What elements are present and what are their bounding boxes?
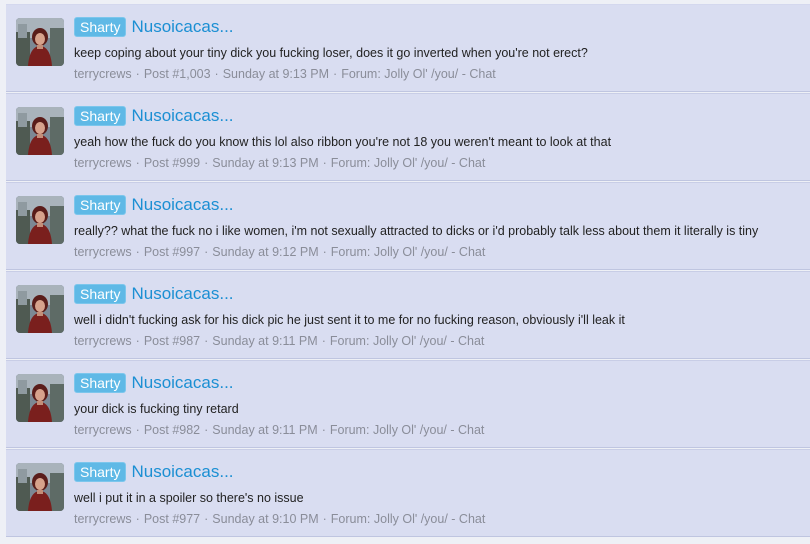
meta-separator: · (321, 334, 326, 348)
result-title-line: Sharty Nusoicacas... (74, 17, 234, 37)
meta-separator: · (321, 423, 326, 437)
user-avatar[interactable] (16, 285, 64, 333)
thread-prefix-badge[interactable]: Sharty (74, 106, 127, 126)
author-link[interactable]: terrycrews (74, 245, 132, 259)
user-avatar[interactable] (16, 18, 64, 66)
avatar-image (16, 107, 64, 155)
post-number-link[interactable]: Post #1,003 (144, 67, 211, 81)
user-avatar[interactable] (16, 463, 64, 511)
post-date: Sunday at 9:13 PM (212, 156, 319, 170)
author-link[interactable]: terrycrews (74, 423, 132, 437)
avatar-image (16, 18, 64, 66)
result-meta: terrycrews · Post #999 · Sunday at 9:13 PM · F… (74, 155, 485, 171)
meta-separator: · (204, 334, 209, 348)
forum-label: Forum: (329, 423, 370, 437)
forum-link[interactable]: Jolly Ol' /you/ - Chat (374, 245, 485, 259)
post-number-link[interactable]: Post #982 (144, 423, 200, 437)
meta-separator: · (322, 512, 327, 526)
meta-separator: · (135, 67, 140, 81)
user-avatar[interactable] (16, 107, 64, 155)
user-avatar[interactable] (16, 374, 64, 422)
post-snippet: yeah how the fuck do you know this lol a… (74, 135, 612, 149)
result-title-line: Sharty Nusoicacas... (74, 195, 234, 215)
meta-separator: · (214, 67, 219, 81)
post-date: Sunday at 9:10 PM (212, 512, 319, 526)
forum-link[interactable]: Jolly Ol' /you/ - Chat (384, 67, 495, 81)
result-meta: terrycrews · Post #1,003 · Sunday at 9:13 PM… (74, 66, 496, 82)
result-title-line: Sharty Nusoicacas... (74, 373, 234, 393)
meta-separator: · (322, 245, 327, 259)
search-result-item: Sharty Nusoicacas... yeah how the fuck d… (6, 93, 810, 181)
thread-title-link[interactable]: Nusoicacas... (131, 17, 233, 37)
meta-separator: · (135, 245, 140, 259)
thread-title-link[interactable]: Nusoicacas... (131, 284, 233, 304)
post-date: Sunday at 9:11 PM (212, 423, 318, 437)
meta-separator: · (135, 512, 140, 526)
thread-prefix-badge[interactable]: Sharty (74, 17, 127, 37)
result-meta: terrycrews · Post #997 · Sunday at 9:12 PM · F… (74, 244, 485, 260)
forum-link[interactable]: Jolly Ol' /you/ - Chat (374, 512, 485, 526)
post-snippet: your dick is fucking tiny retard (74, 402, 239, 416)
forum-label: Forum: (330, 512, 371, 526)
forum-label: Forum: (341, 67, 381, 81)
meta-separator: · (333, 67, 338, 81)
thread-prefix-badge[interactable]: Sharty (74, 373, 127, 393)
meta-separator: · (204, 156, 209, 170)
thread-prefix-badge[interactable]: Sharty (74, 284, 127, 304)
result-title-line: Sharty Nusoicacas... (74, 106, 234, 126)
author-link[interactable]: terrycrews (74, 67, 132, 81)
search-results-list: Sharty Nusoicacas... keep coping about y… (6, 4, 810, 544)
post-snippet: well i didn't fucking ask for his dick p… (74, 313, 625, 327)
post-date: Sunday at 9:13 PM (222, 67, 330, 81)
avatar-image (16, 374, 64, 422)
forum-link[interactable]: Jolly Ol' /you/ - Chat (373, 423, 484, 437)
thread-title-link[interactable]: Nusoicacas... (131, 195, 233, 215)
author-link[interactable]: terrycrews (74, 512, 132, 526)
post-snippet: keep coping about your tiny dick you fuc… (74, 46, 588, 60)
forum-label: Forum: (330, 156, 371, 170)
forum-link[interactable]: Jolly Ol' /you/ - Chat (374, 156, 485, 170)
meta-separator: · (204, 423, 209, 437)
post-number-link[interactable]: Post #999 (144, 156, 200, 170)
forum-label: Forum: (330, 245, 371, 259)
thread-title-link[interactable]: Nusoicacas... (131, 106, 233, 126)
post-date: Sunday at 9:11 PM (212, 334, 318, 348)
post-snippet: well i put it in a spoiler so there's no… (74, 491, 304, 505)
search-result-item: Sharty Nusoicacas... really?? what the f… (6, 182, 810, 270)
thread-prefix-badge[interactable]: Sharty (74, 195, 127, 215)
search-result-item: Sharty Nusoicacas... keep coping about y… (6, 4, 810, 92)
meta-separator: · (135, 423, 140, 437)
user-avatar[interactable] (16, 196, 64, 244)
search-result-item: Sharty Nusoicacas... your dick is fuckin… (6, 360, 810, 448)
thread-title-link[interactable]: Nusoicacas... (131, 373, 233, 393)
meta-separator: · (204, 245, 209, 259)
author-link[interactable]: terrycrews (74, 334, 132, 348)
avatar-image (16, 285, 64, 333)
thread-prefix-badge[interactable]: Sharty (74, 462, 127, 482)
post-date: Sunday at 9:12 PM (212, 245, 319, 259)
forum-link[interactable]: Jolly Ol' /you/ - Chat (373, 334, 484, 348)
post-number-link[interactable]: Post #987 (144, 334, 200, 348)
author-link[interactable]: terrycrews (74, 156, 132, 170)
result-meta: terrycrews · Post #977 · Sunday at 9:10 PM · F… (74, 511, 485, 527)
search-result-item: Sharty Nusoicacas... well i didn't fucki… (6, 271, 810, 359)
post-snippet: really?? what the fuck no i like women, … (74, 224, 759, 238)
avatar-image (16, 463, 64, 511)
post-number-link[interactable]: Post #997 (144, 245, 200, 259)
meta-separator: · (322, 156, 327, 170)
meta-separator: · (204, 512, 209, 526)
result-title-line: Sharty Nusoicacas... (74, 462, 234, 482)
meta-separator: · (135, 156, 140, 170)
result-meta: terrycrews · Post #987 · Sunday at 9:11 PM · F… (74, 333, 484, 349)
post-number-link[interactable]: Post #977 (144, 512, 200, 526)
thread-title-link[interactable]: Nusoicacas... (131, 462, 233, 482)
result-title-line: Sharty Nusoicacas... (74, 284, 234, 304)
forum-label: Forum: (329, 334, 370, 348)
result-meta: terrycrews · Post #982 · Sunday at 9:11 PM · F… (74, 422, 484, 438)
meta-separator: · (135, 334, 140, 348)
search-result-item: Sharty Nusoicacas... well i put it in a … (6, 449, 810, 537)
avatar-image (16, 196, 64, 244)
